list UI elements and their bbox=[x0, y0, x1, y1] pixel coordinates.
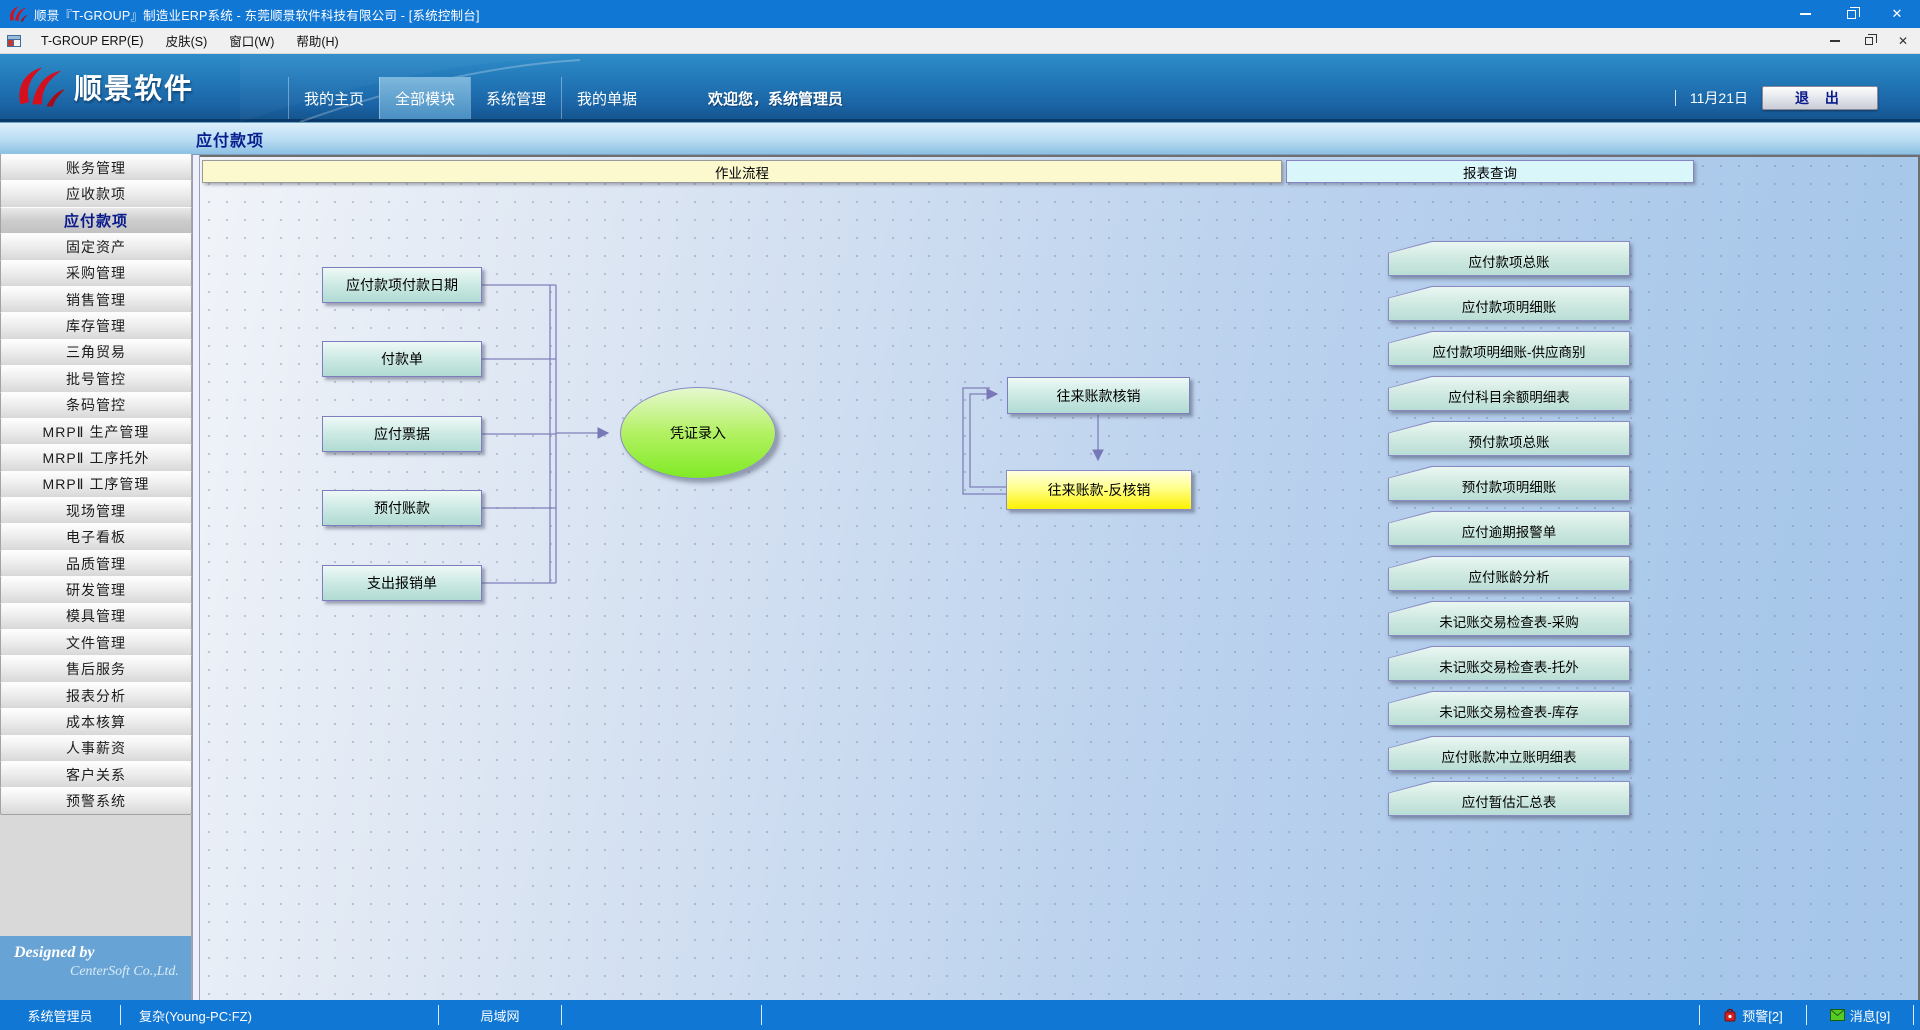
sidebar-empty-area bbox=[0, 815, 192, 936]
sidebar-item-mrp2-outsourcing[interactable]: MRPⅡ 工序托外 bbox=[0, 444, 192, 471]
restore-icon bbox=[1847, 10, 1856, 19]
flow-box-reverse-verification[interactable]: 往来账款-反核销 bbox=[1006, 470, 1192, 510]
brand: 顺景软件 bbox=[0, 54, 250, 119]
exit-button[interactable]: 退 出 bbox=[1762, 86, 1878, 110]
report-button-payables-estimate-summary[interactable]: 应付暂估汇总表 bbox=[1388, 781, 1630, 816]
sidebar-item-inventory[interactable]: 库存管理 bbox=[0, 312, 192, 339]
status-messages[interactable]: 消息[9] bbox=[1807, 1000, 1913, 1030]
report-button-payables-detail-ledger[interactable]: 应付款项明细账 bbox=[1388, 286, 1630, 321]
sidebar-item-receivables[interactable]: 应收款项 bbox=[0, 180, 192, 207]
status-spacer bbox=[762, 1000, 1699, 1030]
sidebar-item-files[interactable]: 文件管理 bbox=[0, 629, 192, 656]
sidebar-item-costing[interactable]: 成本核算 bbox=[0, 708, 192, 735]
sidebar-item-mrp2-production[interactable]: MRPⅡ 生产管理 bbox=[0, 418, 192, 445]
menu-item-window[interactable]: 窗口(W) bbox=[218, 28, 285, 53]
sidebar-item-shopfloor[interactable]: 现场管理 bbox=[0, 497, 192, 524]
sidebar-item-mrp2-process[interactable]: MRPⅡ 工序管理 bbox=[0, 471, 192, 498]
sidebar-item-sales[interactable]: 销售管理 bbox=[0, 286, 192, 313]
message-envelope-icon bbox=[1830, 1009, 1845, 1021]
sidebar-item-payables[interactable]: 应付款项 bbox=[0, 207, 192, 234]
workflow-canvas: 作业流程 报表查询 bbox=[200, 155, 1920, 1000]
report-button-prepaid-general-ledger[interactable]: 预付款项总账 bbox=[1388, 421, 1630, 456]
menu-item-tgroup-erp[interactable]: T-GROUP ERP(E) bbox=[30, 28, 155, 53]
menu-item-skin[interactable]: 皮肤(S) bbox=[155, 28, 219, 53]
sidebar-item-purchasing[interactable]: 采购管理 bbox=[0, 260, 192, 287]
report-button-payables-general-ledger[interactable]: 应付款项总账 bbox=[1388, 241, 1630, 276]
app-header: 顺景软件 我的主页 全部模块 系统管理 我的单据 欢迎您，系统管理员 11月21… bbox=[0, 54, 1920, 122]
page-title-bar: 应付款项 bbox=[0, 122, 1920, 155]
shunjing-logo-icon bbox=[14, 65, 66, 109]
sidebar-item-mold[interactable]: 模具管理 bbox=[0, 603, 192, 630]
tab-system-management[interactable]: 系统管理 bbox=[470, 77, 561, 119]
report-button-overdue-alert[interactable]: 应付逾期报警单 bbox=[1388, 511, 1630, 546]
flow-box-payment-slip[interactable]: 付款单 bbox=[322, 341, 482, 377]
tab-my-documents[interactable]: 我的单据 bbox=[561, 77, 652, 119]
company-text: CenterSoft Co.,Ltd. bbox=[14, 964, 181, 980]
mdi-restore-button[interactable] bbox=[1860, 37, 1878, 45]
mdi-minimize-button[interactable] bbox=[1826, 40, 1844, 42]
report-button-payables-subject-balance[interactable]: 应付科目余额明细表 bbox=[1388, 376, 1630, 411]
window-titlebar: 顺景『T-GROUP』制造业ERP系统 - 东莞顺景软件科技有限公司 - [系统… bbox=[0, 0, 1920, 28]
page-title: 应付款项 bbox=[196, 127, 264, 151]
report-button-payables-offset-detail[interactable]: 应付账款冲立账明细表 bbox=[1388, 736, 1630, 771]
sidebar-item-fixed-assets[interactable]: 固定资产 bbox=[0, 233, 192, 260]
date-separator bbox=[1675, 90, 1676, 106]
minimize-icon bbox=[1800, 13, 1811, 14]
sidebar-item-rnd[interactable]: 研发管理 bbox=[0, 576, 192, 603]
menu-item-help[interactable]: 帮助(H) bbox=[285, 28, 349, 53]
welcome-text: 欢迎您，系统管理员 bbox=[708, 77, 843, 119]
sidebar-item-triangle-trade[interactable]: 三角贸易 bbox=[0, 339, 192, 366]
app-logo-icon bbox=[8, 5, 28, 23]
alert-icon bbox=[1723, 1008, 1737, 1022]
minimize-icon bbox=[1830, 40, 1840, 42]
report-button-aging-analysis[interactable]: 应付账龄分析 bbox=[1388, 556, 1630, 591]
sidebar-item-after-sales[interactable]: 售后服务 bbox=[0, 655, 192, 682]
designed-by-panel: Designed by CenterSoft Co.,Ltd. bbox=[0, 936, 192, 1000]
report-button-unposted-check-outsourcing[interactable]: 未记账交易检查表-托外 bbox=[1388, 646, 1630, 681]
designed-by-text: Designed by bbox=[14, 944, 181, 962]
tab-my-homepage[interactable]: 我的主页 bbox=[288, 77, 379, 119]
module-sidebar: 账务管理 应收款项 应付款项 固定资产 采购管理 销售管理 库存管理 三角贸易 … bbox=[0, 155, 192, 1000]
flow-box-account-verification[interactable]: 往来账款核销 bbox=[1007, 377, 1190, 414]
sidebar-item-quality[interactable]: 品质管理 bbox=[0, 550, 192, 577]
mdi-document-icon bbox=[6, 33, 22, 49]
restore-icon bbox=[1865, 37, 1873, 45]
sidebar-item-accounting[interactable]: 账务管理 bbox=[0, 154, 192, 181]
report-button-unposted-check-inventory[interactable]: 未记账交易检查表-库存 bbox=[1388, 691, 1630, 726]
mdi-close-button[interactable]: ✕ bbox=[1894, 34, 1912, 48]
flow-box-payable-notes[interactable]: 应付票据 bbox=[322, 416, 482, 452]
status-bar: 系统管理员 复杂(Young-PC:FZ) 局域网 预警[2] 消息[9] bbox=[0, 1000, 1920, 1030]
sidebar-item-crm[interactable]: 客户关系 bbox=[0, 761, 192, 788]
window-close-button[interactable]: ✕ bbox=[1874, 0, 1920, 28]
sidebar-item-hr-payroll[interactable]: 人事薪资 bbox=[0, 735, 192, 762]
status-network: 局域网 bbox=[439, 1000, 561, 1030]
report-button-payables-detail-by-supplier[interactable]: 应付款项明细账-供应商别 bbox=[1388, 331, 1630, 366]
window-minimize-button[interactable] bbox=[1782, 0, 1828, 28]
window-restore-button[interactable] bbox=[1828, 0, 1874, 28]
sidebar-splitter[interactable] bbox=[192, 155, 200, 1000]
brand-name: 顺景软件 bbox=[74, 67, 194, 107]
sidebar-item-report-analysis[interactable]: 报表分析 bbox=[0, 682, 192, 709]
flow-box-prepayment[interactable]: 预付账款 bbox=[322, 490, 482, 526]
current-date: 11月21日 bbox=[1690, 88, 1748, 108]
status-alerts[interactable]: 预警[2] bbox=[1700, 1000, 1806, 1030]
tab-all-modules[interactable]: 全部模块 bbox=[379, 77, 470, 119]
flow-box-payment-date[interactable]: 应付款项付款日期 bbox=[322, 267, 482, 303]
flow-ellipse-voucher-entry[interactable]: 凭证录入 bbox=[620, 387, 776, 479]
sidebar-item-alert-system[interactable]: 预警系统 bbox=[0, 787, 192, 814]
status-machine: 复杂(Young-PC:FZ) bbox=[121, 1000, 438, 1030]
sidebar-item-e-kanban[interactable]: 电子看板 bbox=[0, 523, 192, 550]
sidebar-item-barcode-control[interactable]: 条码管控 bbox=[0, 392, 192, 419]
flow-box-expense-report[interactable]: 支出报销单 bbox=[322, 565, 482, 601]
status-empty-segment bbox=[562, 1000, 761, 1030]
status-user: 系统管理员 bbox=[0, 1000, 120, 1030]
window-title: 顺景『T-GROUP』制造业ERP系统 - 东莞顺景软件科技有限公司 - [系统… bbox=[34, 5, 1782, 24]
report-button-prepaid-detail-ledger[interactable]: 预付款项明细账 bbox=[1388, 466, 1630, 501]
sidebar-item-batch-control[interactable]: 批号管控 bbox=[0, 365, 192, 392]
menu-bar: T-GROUP ERP(E) 皮肤(S) 窗口(W) 帮助(H) ✕ bbox=[0, 28, 1920, 54]
report-button-unposted-check-purchase[interactable]: 未记账交易检查表-采购 bbox=[1388, 601, 1630, 636]
